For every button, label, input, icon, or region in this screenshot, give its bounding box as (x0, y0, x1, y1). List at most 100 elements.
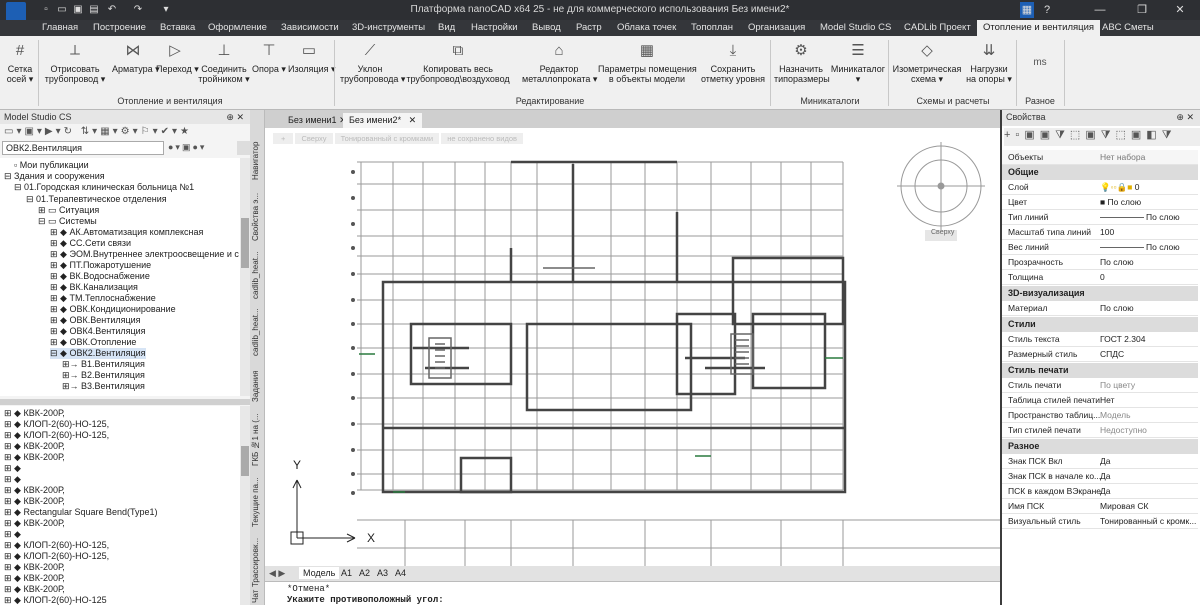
copy-pipeline-button[interactable]: ⧉ Копировать весь трубопровод\воздуховод (404, 42, 512, 84)
tree-item[interactable]: ⊞ ◆ ТМ.Теплоснабжение (50, 293, 156, 304)
list-item[interactable]: ⊞ ◆ КВК-200Р, (4, 441, 65, 452)
pin-icon[interactable]: ⊕ ✕ (226, 112, 244, 123)
properties-toolbar[interactable]: +▫▣▣⧩⬚▣⧩⬚▣◧⧩ (1004, 128, 1200, 146)
prop-ucs-on[interactable]: Знак ПСК Вкл Да (1002, 454, 1198, 469)
room-params-button[interactable]: ▦ Параметры помещения в объекты модели (598, 42, 697, 84)
close-button[interactable]: ✕ (1160, 2, 1200, 18)
objects-row[interactable]: Объекты Нет набора (1002, 150, 1198, 165)
tree-item[interactable]: ⊞ ◆ ВК.Водоснабжение (50, 271, 150, 282)
side-tab-gkb[interactable]: ГКБ №1 на (... (251, 410, 264, 470)
more-icon[interactable]: ▾ (160, 4, 172, 16)
prop-dim-style[interactable]: Размерный стиль СПДС (1002, 347, 1198, 362)
tree-item[interactable]: ⊞→ В3.Вентиляция (62, 381, 145, 392)
list-item[interactable]: ⊞ ◆ (4, 529, 21, 540)
list-scrollbar[interactable] (240, 406, 250, 605)
save-icon[interactable]: ▣ (72, 4, 84, 16)
tree-item[interactable]: ⊞→ В1.Вентиляция (62, 359, 145, 370)
steel-editor-button[interactable]: ⌂ Редактор металлопроката ▾ (522, 42, 597, 84)
prop-transparency[interactable]: Прозрачность По слою (1002, 255, 1198, 270)
panel-toolbar[interactable]: ▭▾▣▾▶▾↻ ⇅▾▦▾⚙▾⚐▾✔▾★ (4, 126, 244, 140)
side-tab-routing[interactable]: Трассировк... (251, 534, 264, 590)
drawing-canvas[interactable]: + Сверху Тонированный с кромками не сохр… (265, 128, 1000, 580)
prop-table-space[interactable]: Пространство таблиц... Модель (1002, 408, 1198, 423)
tree-item[interactable]: ⊟ ▭ Системы (38, 216, 97, 227)
list-item[interactable]: ⊞ ◆ КВК-200Р, (4, 573, 65, 584)
side-tab-chat[interactable]: Чат (251, 588, 264, 604)
side-tab-tasks[interactable]: Задания (251, 366, 264, 406)
command-line[interactable]: *Отмена* Укажите противоположный угол: (265, 581, 1000, 605)
properties-close-icon[interactable]: ⊕ ✕ (1176, 112, 1194, 123)
layout-nav-icon[interactable]: ◀ ▶ (269, 568, 285, 579)
tree-item[interactable]: ⊞ ▭ Ситуация (38, 205, 99, 216)
prop-print-table[interactable]: Таблица стилей печати Нет (1002, 393, 1198, 408)
list-item[interactable]: ⊞ ◆ КЛОП-2(60)-НО-125, (4, 419, 109, 430)
open-file-icon[interactable]: ▭ (56, 4, 68, 16)
save-as-icon[interactable]: ▤ (88, 4, 100, 16)
tree-item[interactable]: ⊞ ◆ ОВК.Отопление (50, 337, 136, 348)
list-item[interactable]: ⊞ ◆ КВК-200Р, (4, 452, 65, 463)
tree-scrollbar[interactable] (240, 158, 250, 396)
list-item[interactable]: ⊞ ◆ КЛОП-2(60)-НО-125, (4, 430, 109, 441)
prop-material[interactable]: Материал По слою (1002, 301, 1198, 316)
tree-item[interactable]: ⊟ 01.Городская клиническая больница №1 (14, 182, 194, 193)
tab-cadlib[interactable]: CADLib Проект (904, 22, 971, 33)
tab-constraints[interactable]: Зависимости (281, 22, 339, 33)
tab-raster[interactable]: Растр (576, 22, 602, 33)
prop-color[interactable]: Цвет ■ По слою (1002, 195, 1198, 210)
tab-pointclouds[interactable]: Облака точек (617, 22, 676, 33)
tab-home[interactable]: Главная (42, 22, 78, 33)
splitter[interactable] (0, 399, 250, 405)
prop-text-style[interactable]: Стиль текста ГОСТ 2.304 (1002, 332, 1198, 347)
tab-view[interactable]: Вид (438, 22, 455, 33)
layout-tab-a3[interactable]: A3 (377, 568, 388, 578)
app-layout-icon[interactable]: ▦ (1020, 2, 1034, 18)
tab-3d[interactable]: 3D-инструменты (352, 22, 425, 33)
tree-item[interactable]: ⊞ ◆ ОВК4.Вентиляция (50, 326, 146, 337)
tab-annotate[interactable]: Оформление (208, 22, 267, 33)
prop-lineweight[interactable]: Вес линий По слою (1002, 240, 1198, 255)
category-styles[interactable]: Стили (1002, 317, 1198, 332)
pipe-slope-button[interactable]: ⟋ Уклон трубопровода ▾ (340, 42, 405, 84)
tab-heating-ventilation[interactable]: Отопление и вентиляция (977, 20, 1101, 36)
system-filter-input[interactable]: ОВК2.Вентиляция (2, 141, 164, 155)
minicatalog-button[interactable]: ☰ Миникаталог ▾ (830, 42, 886, 84)
side-tab-cadlib-2[interactable]: cadlib_heat... (251, 306, 264, 358)
tab-abc-estimates[interactable]: ABC Сметы (1102, 22, 1154, 33)
tree-item[interactable]: ⊞ ◆ ПТ.Пожаротушение (50, 260, 151, 271)
list-item[interactable]: ⊞ ◆ КВК-200Р, (4, 485, 65, 496)
prop-print-style-type[interactable]: Тип стилей печати Недоступно (1002, 423, 1198, 438)
list-item[interactable]: ⊞ ◆ КВК-200Р, (4, 408, 65, 419)
layout-tab-a1[interactable]: A1 (341, 568, 352, 578)
list-item[interactable]: ⊞ ◆ КВК-200Р, (4, 496, 65, 507)
pin-tool-icon[interactable] (237, 141, 250, 155)
doc-tab-2[interactable]: Без имени2* ✕ (343, 113, 423, 128)
side-tab-current[interactable]: Текущие па... (251, 474, 264, 530)
category-3d[interactable]: 3D-визуализация (1002, 286, 1198, 301)
save-level-button[interactable]: ⤓ Сохранить отметку уровня (698, 42, 768, 84)
category-misc[interactable]: Разное (1002, 439, 1198, 454)
new-file-icon[interactable]: ▫ (40, 4, 52, 16)
tab-output[interactable]: Вывод (532, 22, 561, 33)
tab-model-studio[interactable]: Model Studio CS (820, 22, 891, 33)
tree-item[interactable]: ⊟ Здания и сооружения (4, 171, 105, 182)
axis-grid-button[interactable]: # Сетка осей ▾ (4, 42, 36, 84)
list-item[interactable]: ⊞ ◆ (4, 474, 21, 485)
tab-organization[interactable]: Организация (748, 22, 805, 33)
prop-layer[interactable]: Слой 💡◦▫🔒■ 0 (1002, 180, 1198, 195)
support-button[interactable]: ⊤ Опора ▾ (252, 42, 286, 74)
side-tab-properties[interactable]: Свойства э... (251, 190, 264, 244)
support-loads-button[interactable]: ⇊ Нагрузки на опоры ▾ (964, 42, 1014, 84)
category-general[interactable]: Общие (1002, 165, 1198, 180)
layout-tab-model[interactable]: Модель (299, 567, 340, 579)
insulation-button[interactable]: ▭ Изоляция ▾ (288, 42, 336, 74)
assign-sizes-button[interactable]: ⚙ Назначить типоразмеры (774, 42, 830, 84)
tee-connect-button[interactable]: ⊥ Соединить тройником ▾ (198, 42, 250, 84)
list-item[interactable]: ⊞ ◆ Rectangular Square Bend(Type1) (4, 507, 158, 518)
undo-icon[interactable]: ↶ (106, 4, 118, 16)
prop-thickness[interactable]: Толщина 0 (1002, 270, 1198, 285)
isometric-button[interactable]: ◇ Изометрическая схема ▾ (892, 42, 962, 84)
prop-linetype-scale[interactable]: Масштаб типа линий 100 (1002, 225, 1198, 240)
list-item[interactable]: ⊞ ◆ КЛОП-2(60)-НО-125, (4, 540, 109, 551)
tree-item[interactable]: ⊞ ◆ ОВК.Кондиционирование (50, 304, 176, 315)
help-icon[interactable]: ? (1040, 2, 1054, 18)
